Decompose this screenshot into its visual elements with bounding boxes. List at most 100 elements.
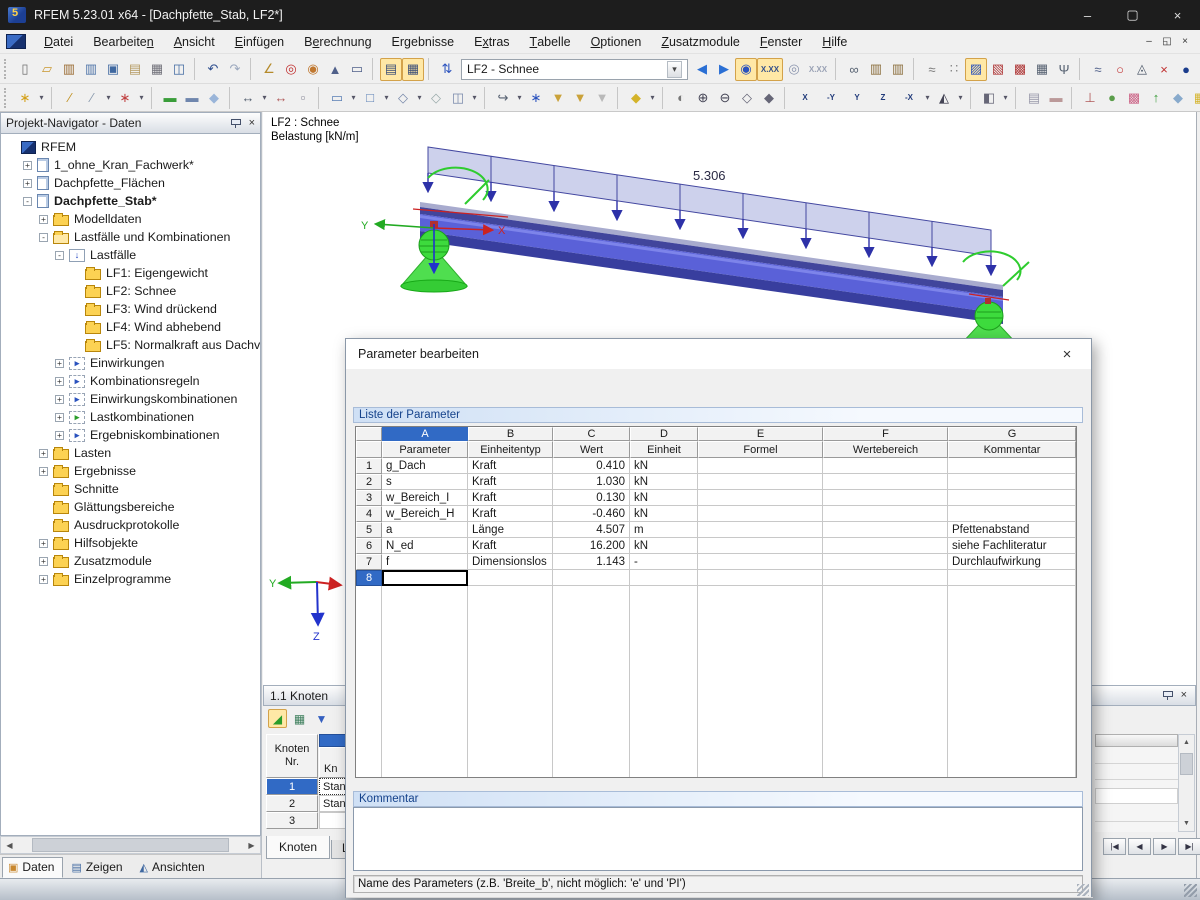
close-button[interactable]: × (1155, 0, 1200, 30)
cell-formel[interactable] (698, 490, 823, 506)
tree-expander[interactable]: + (39, 214, 48, 224)
new-member-set-icon[interactable]: ▬ (181, 86, 203, 109)
table-filter-icon[interactable]: ◢ (268, 709, 287, 728)
knoten-row-number[interactable]: 1 (266, 778, 318, 795)
visibility-modes-icon[interactable]: ◧ (978, 86, 1000, 109)
navigator-horizontal-scrollbar[interactable]: ◀ ▶ (0, 836, 261, 854)
import-archive-icon[interactable]: ▥ (58, 58, 80, 81)
menu-item-fenster[interactable]: Fenster (750, 30, 812, 53)
cell-kommentar[interactable]: Pfettenabstand (948, 522, 1076, 538)
table-layout-1-icon[interactable]: ▤ (380, 57, 402, 81)
column-caption[interactable]: Einheitentyp (468, 441, 553, 458)
cell-einheitentyp[interactable]: Dimensionslos (468, 554, 553, 570)
table-corner-cell[interactable] (356, 427, 382, 441)
paste-icon[interactable]: ▤ (124, 58, 146, 81)
column-caption[interactable]: Kommentar (948, 441, 1076, 458)
print-icon[interactable]: ▦ (146, 58, 168, 81)
new-window-icon[interactable]: ▭ (346, 58, 368, 81)
menu-item-extras[interactable]: Extras (464, 30, 519, 53)
tree-item[interactable]: + Einzelprogramme (1, 570, 260, 588)
show-loads-toggle-icon[interactable]: ◉ (735, 57, 757, 81)
tree-item[interactable]: + Dachpfette_Flächen (1, 174, 260, 192)
cell-einheitentyp[interactable]: Kraft (468, 458, 553, 474)
view-z-icon[interactable]: Z (870, 86, 896, 109)
show-load-values-toggle-icon[interactable]: X.XX (757, 57, 783, 81)
redo-icon[interactable]: ↷ (224, 58, 246, 81)
work-plane-xz-icon[interactable]: ▩ (1009, 58, 1031, 81)
tree-item[interactable]: + Hilfsobjekte (1, 534, 260, 552)
snap-icon[interactable]: ≈ (921, 58, 943, 81)
cell-formel[interactable] (698, 506, 823, 522)
tree-expander[interactable]: + (23, 160, 32, 170)
copy-object-icon[interactable]: ◫ (447, 86, 469, 109)
next-load-case-icon[interactable]: ▶ (713, 58, 735, 81)
cell-parameter[interactable]: g_Dach (382, 458, 468, 474)
tree-expander[interactable]: + (39, 538, 48, 548)
table-selected-row[interactable] (1095, 788, 1178, 804)
tree-item[interactable]: + ▸ Kombinationsregeln (1, 372, 260, 390)
section-blade-icon[interactable]: ◆ (1167, 86, 1189, 109)
new-member-icon[interactable]: ▬ (159, 86, 181, 109)
table-tab-knoten[interactable]: Knoten (266, 836, 331, 859)
dialog-title-bar[interactable]: Parameter bearbeiten × (346, 339, 1091, 369)
cell-wertebereich[interactable] (823, 474, 948, 490)
table-cabinet-2-icon[interactable]: ▥ (887, 58, 909, 81)
cell-formel[interactable] (698, 522, 823, 538)
cell-formel[interactable] (698, 474, 823, 490)
record-nav-button[interactable]: |◀ (1103, 838, 1126, 855)
close-icon[interactable]: × (249, 117, 255, 129)
column-letter-D[interactable]: D (630, 427, 698, 441)
mdi-close-button[interactable]: × (1176, 34, 1194, 50)
cell-wert[interactable]: 1.143 (553, 554, 630, 570)
new-opening-icon[interactable]: ▫ (292, 86, 314, 109)
cell-wertebereich[interactable] (823, 538, 948, 554)
scroll-left-icon[interactable]: ◀ (1, 837, 18, 853)
cell-formel[interactable] (698, 538, 823, 554)
cell-parameter[interactable] (382, 570, 468, 586)
work-plane-xy-icon[interactable]: ▨ (965, 57, 987, 81)
cell-wert[interactable]: 0.130 (553, 490, 630, 506)
row-number[interactable]: 1 (356, 458, 382, 474)
cell-wert[interactable]: 1.030 (553, 474, 630, 490)
new-surface-icon[interactable]: ◆ (203, 86, 225, 109)
new-node-icon[interactable]: ∗ (14, 86, 36, 109)
menu-item-ergebnisse[interactable]: Ergebnisse (382, 30, 465, 53)
tree-item[interactable]: LF3: Wind drückend (1, 300, 260, 318)
cell-wert[interactable]: 0.410 (553, 458, 630, 474)
view-y-icon[interactable]: Y (844, 86, 870, 109)
tree-item[interactable]: + ▸ Einwirkungen (1, 354, 260, 372)
record-nav-button[interactable]: ▶ (1153, 838, 1176, 855)
cell-kommentar[interactable]: Durchlaufwirkung (948, 554, 1076, 570)
menu-item-berechnung[interactable]: Berechnung (294, 30, 381, 53)
menu-item-optionen[interactable]: Optionen (581, 30, 652, 53)
cell-formel[interactable] (698, 570, 823, 586)
row-number[interactable]: 4 (356, 506, 382, 522)
cell-parameter[interactable]: s (382, 474, 468, 490)
column-letter-F[interactable]: F (823, 427, 948, 441)
view-x-icon[interactable]: X (792, 86, 818, 109)
member-hinges-icon[interactable]: ∞ (843, 58, 865, 81)
view-minus-x-icon[interactable]: -X (896, 86, 922, 109)
connect-members-icon[interactable]: ↪ (492, 86, 514, 109)
tree-expander[interactable]: + (39, 448, 48, 458)
cell-kommentar[interactable] (948, 458, 1076, 474)
object-info-icon[interactable]: ● (1175, 58, 1197, 81)
menu-item-zusatzmodule[interactable]: Zusatzmodule (651, 30, 750, 53)
cell-einheit[interactable]: kN (630, 458, 698, 474)
export-archive-icon[interactable]: ▥ (80, 58, 102, 81)
cell-kommentar[interactable]: siehe Fachliteratur (948, 538, 1076, 554)
knoten-row-number[interactable]: 3 (266, 812, 318, 829)
generate-load-disabled-icon[interactable]: ▼ (591, 86, 613, 109)
tree-expander[interactable]: - (39, 232, 48, 242)
menu-item-tabelle[interactable]: Tabelle (520, 30, 581, 53)
chevron-down-icon[interactable]: ▾ (667, 60, 682, 78)
dropdown-icon[interactable]: ▾ (381, 86, 392, 109)
column-caption[interactable]: Wertebereich (823, 441, 948, 458)
new-rectangle-surface-icon[interactable]: ▭ (326, 86, 348, 109)
column-caption[interactable]: Einheit (630, 441, 698, 458)
save-icon[interactable]: ▣ (102, 58, 124, 81)
tab-daten[interactable]: ▣ Daten (2, 857, 64, 878)
dropdown-icon[interactable]: ▾ (414, 86, 425, 109)
tree-item[interactable]: - ↓ Lastfälle (1, 246, 260, 264)
column-caption[interactable]: Wert (553, 441, 630, 458)
